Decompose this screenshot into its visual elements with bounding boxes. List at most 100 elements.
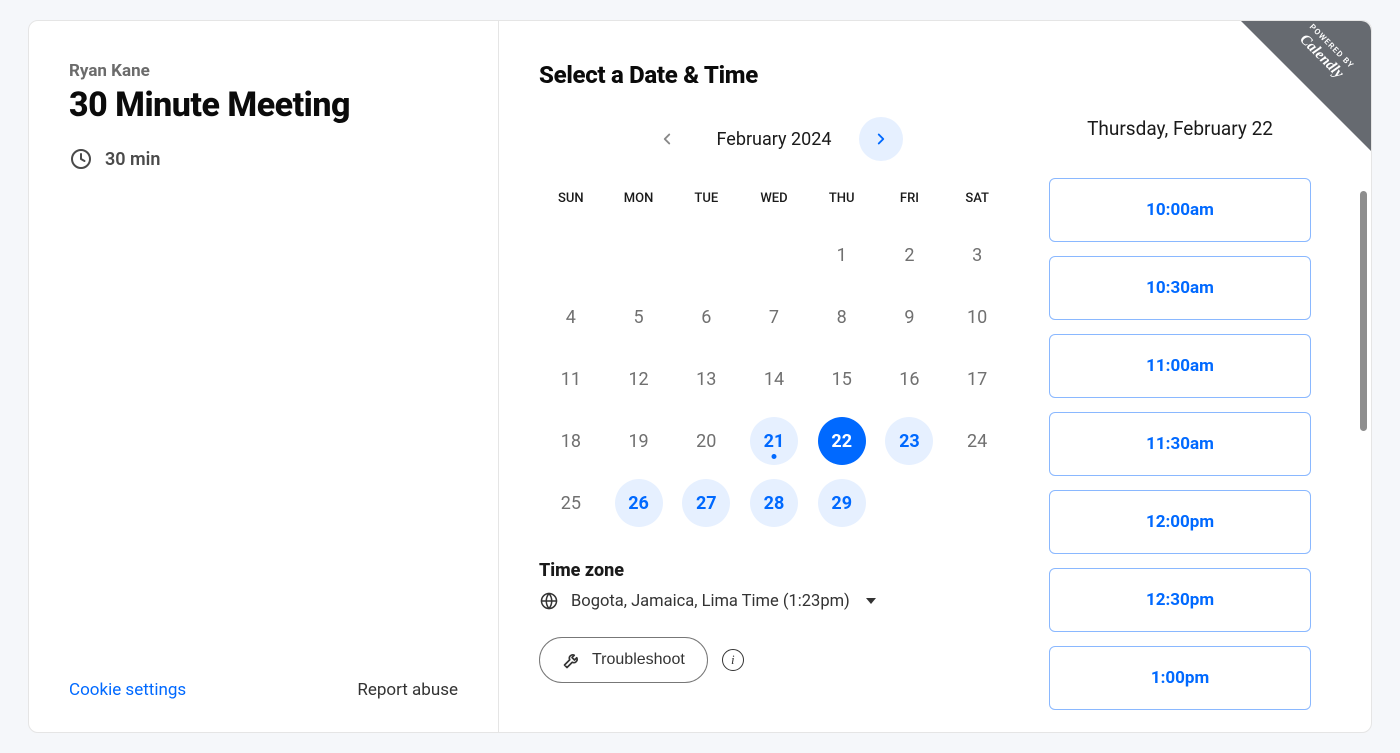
troubleshoot-row: Troubleshoot i bbox=[539, 637, 1009, 683]
clock-icon bbox=[69, 147, 93, 171]
troubleshoot-button[interactable]: Troubleshoot bbox=[539, 637, 708, 683]
calendar-cell: 16 bbox=[878, 350, 942, 408]
calendar-month-label: February 2024 bbox=[717, 129, 832, 150]
chevron-left-icon bbox=[658, 130, 676, 148]
calendar-cell: 17 bbox=[945, 350, 1009, 408]
time-slot[interactable]: 1:00pm bbox=[1049, 646, 1311, 710]
timezone-heading: Time zone bbox=[539, 560, 1009, 581]
calendar-cell: 21 bbox=[742, 412, 806, 470]
calendar-day-unavailable: 7 bbox=[750, 293, 798, 341]
calendar-cell: 3 bbox=[945, 226, 1009, 284]
host-name: Ryan Kane bbox=[69, 61, 458, 81]
calendar-day-unavailable: 20 bbox=[682, 417, 730, 465]
calendar-day-unavailable: 25 bbox=[547, 479, 595, 527]
time-slot[interactable]: 10:00am bbox=[1049, 178, 1311, 242]
calendar-day-available[interactable]: 21 bbox=[750, 417, 798, 465]
calendar-cell: 11 bbox=[539, 350, 603, 408]
report-abuse-link[interactable]: Report abuse bbox=[357, 680, 458, 700]
calendar-cell bbox=[742, 226, 806, 284]
calendar-day-unavailable: 2 bbox=[885, 231, 933, 279]
globe-icon bbox=[539, 591, 559, 611]
calendar-cell: 27 bbox=[674, 474, 738, 532]
calendar-cell: 23 bbox=[878, 412, 942, 470]
calendar-cell: 13 bbox=[674, 350, 738, 408]
calendar-cell bbox=[945, 474, 1009, 532]
calendar-cell: 8 bbox=[810, 288, 874, 346]
calendar-day-available[interactable]: 27 bbox=[682, 479, 730, 527]
calendar-dow: SUN bbox=[539, 183, 603, 222]
calendar-cell: 26 bbox=[607, 474, 671, 532]
time-slot[interactable]: 12:30pm bbox=[1049, 568, 1311, 632]
calendar-day-available[interactable]: 23 bbox=[885, 417, 933, 465]
calendar-cell: 4 bbox=[539, 288, 603, 346]
calendar-cell bbox=[878, 474, 942, 532]
next-month-button[interactable] bbox=[859, 117, 903, 161]
calendar-day-available[interactable]: 28 bbox=[750, 479, 798, 527]
calendar-day-available[interactable]: 26 bbox=[615, 479, 663, 527]
duration-label: 30 min bbox=[105, 149, 160, 170]
time-slot[interactable]: 10:30am bbox=[1049, 256, 1311, 320]
wrench-icon bbox=[562, 650, 582, 670]
time-slot[interactable]: 11:00am bbox=[1049, 334, 1311, 398]
chevron-right-icon bbox=[872, 130, 890, 148]
calendar-dow: TUE bbox=[674, 183, 738, 222]
calendar-cell: 28 bbox=[742, 474, 806, 532]
calendar-cell: 14 bbox=[742, 350, 806, 408]
calendar-day-unavailable: 14 bbox=[750, 355, 798, 403]
calendar-day-unavailable: 17 bbox=[953, 355, 1001, 403]
duration-row: 30 min bbox=[69, 147, 458, 171]
calendar-cell: 12 bbox=[607, 350, 671, 408]
calendar-day-unavailable: 18 bbox=[547, 417, 595, 465]
calendar-cell: 20 bbox=[674, 412, 738, 470]
calendar-cell: 2 bbox=[878, 226, 942, 284]
calendar-day-unavailable: 24 bbox=[953, 417, 1001, 465]
calendar-cell bbox=[539, 226, 603, 284]
calendar-dow: THU bbox=[810, 183, 874, 222]
calendar-day-available[interactable]: 29 bbox=[818, 479, 866, 527]
calendar-cell: 9 bbox=[878, 288, 942, 346]
calendar-cell: 1 bbox=[810, 226, 874, 284]
time-slots-column: Thursday, February 22 10:00am10:30am11:0… bbox=[1049, 117, 1311, 710]
select-date-time-heading: Select a Date & Time bbox=[539, 61, 1311, 89]
calendar-day-unavailable: 19 bbox=[615, 417, 663, 465]
calendar-cell: 5 bbox=[607, 288, 671, 346]
calendar-day-selected[interactable]: 22 bbox=[818, 417, 866, 465]
scrollbar-thumb[interactable] bbox=[1360, 191, 1367, 431]
calendar-day-unavailable: 13 bbox=[682, 355, 730, 403]
calendar-cell: 29 bbox=[810, 474, 874, 532]
timezone-block: Time zone Bogota, Jamaica, Lima Time (1:… bbox=[539, 560, 1009, 611]
calendar-header: February 2024 bbox=[539, 117, 1009, 161]
calendar-cell bbox=[607, 226, 671, 284]
info-button[interactable]: i bbox=[722, 649, 744, 671]
calendar-cell: 22 bbox=[810, 412, 874, 470]
chevron-down-icon bbox=[866, 598, 876, 604]
calendar-dow: WED bbox=[742, 183, 806, 222]
calendar-cell: 18 bbox=[539, 412, 603, 470]
event-title: 30 Minute Meeting bbox=[69, 85, 458, 125]
calendar-cell: 24 bbox=[945, 412, 1009, 470]
calendar: February 2024 SUNMONTUEWEDTHUFRISAT12345… bbox=[539, 117, 1009, 710]
calendar-day-unavailable: 9 bbox=[885, 293, 933, 341]
cookie-settings-link[interactable]: Cookie settings bbox=[69, 680, 186, 700]
timezone-dropdown[interactable]: Bogota, Jamaica, Lima Time (1:23pm) bbox=[539, 591, 1009, 611]
prev-month-button[interactable] bbox=[645, 117, 689, 161]
calendar-cell: 10 bbox=[945, 288, 1009, 346]
calendar-cell: 19 bbox=[607, 412, 671, 470]
calendar-day-unavailable: 12 bbox=[615, 355, 663, 403]
calendar-day-unavailable: 4 bbox=[547, 293, 595, 341]
calendar-day-unavailable: 5 bbox=[615, 293, 663, 341]
event-details-panel: Ryan Kane 30 Minute Meeting 30 min Cooki… bbox=[29, 21, 499, 732]
calendar-day-unavailable: 16 bbox=[885, 355, 933, 403]
calendar-day-unavailable: 6 bbox=[682, 293, 730, 341]
booking-card: Ryan Kane 30 Minute Meeting 30 min Cooki… bbox=[28, 20, 1372, 733]
time-slot[interactable]: 11:30am bbox=[1049, 412, 1311, 476]
calendar-cell: 7 bbox=[742, 288, 806, 346]
time-slot[interactable]: 12:00pm bbox=[1049, 490, 1311, 554]
calendar-day-unavailable: 8 bbox=[818, 293, 866, 341]
calendar-day-unavailable: 11 bbox=[547, 355, 595, 403]
timezone-label: Bogota, Jamaica, Lima Time (1:23pm) bbox=[571, 592, 850, 611]
calendar-dow: SAT bbox=[945, 183, 1009, 222]
calendar-day-unavailable: 15 bbox=[818, 355, 866, 403]
powered-by-calendly-link[interactable] bbox=[1241, 21, 1371, 151]
calendar-day-unavailable: 1 bbox=[818, 231, 866, 279]
